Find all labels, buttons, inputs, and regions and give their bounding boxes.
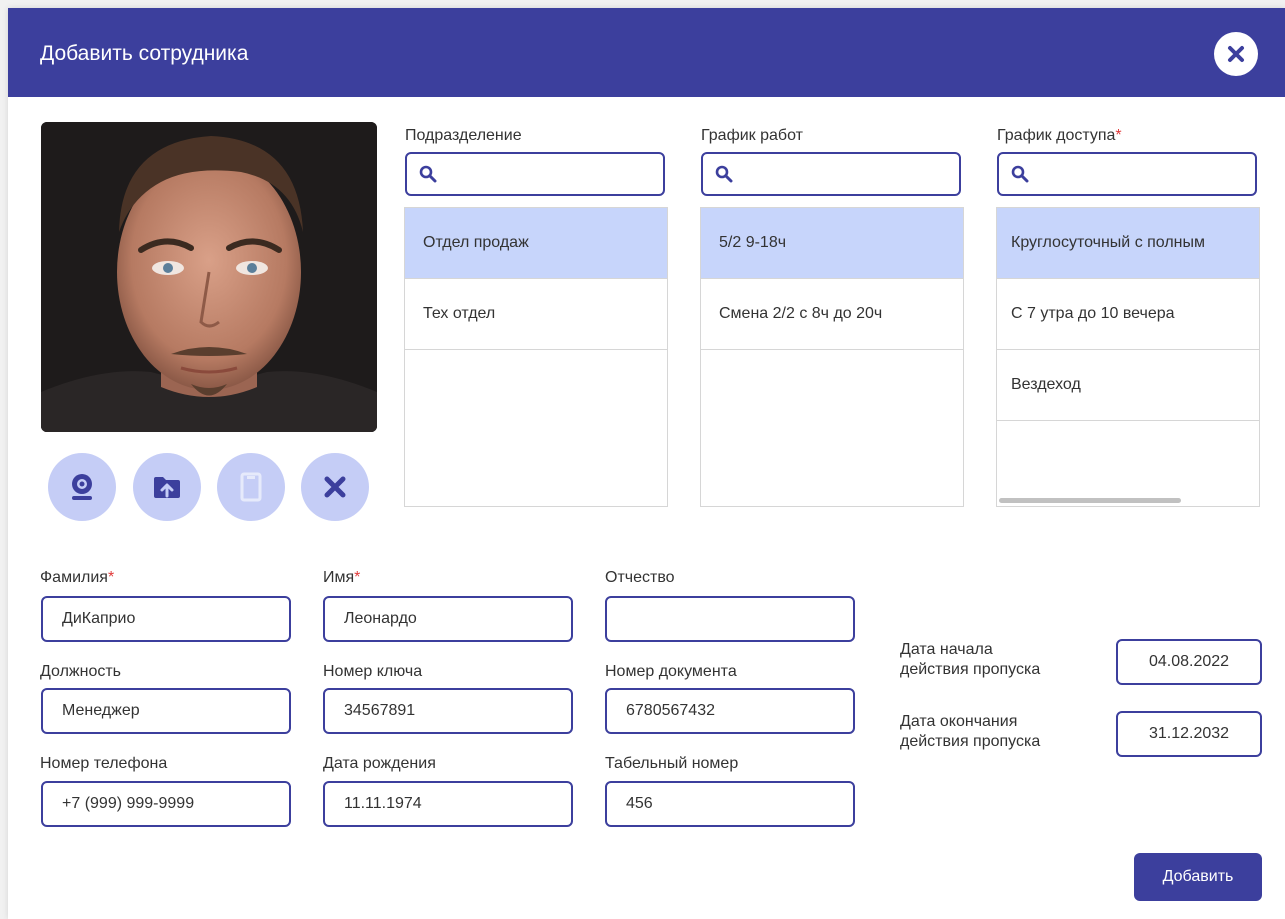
department-list: Отдел продаж Тех отдел xyxy=(404,207,668,507)
last-name-label: Фамилия* xyxy=(40,568,114,588)
search-icon xyxy=(1011,165,1029,183)
work-schedule-label-text: График работ xyxy=(701,127,803,144)
middle-name-field[interactable] xyxy=(605,596,855,642)
required-mark: * xyxy=(354,569,361,586)
folder-upload-icon xyxy=(154,477,180,498)
department-search-input[interactable] xyxy=(447,160,651,190)
horizontal-scrollbar[interactable] xyxy=(999,498,1181,503)
key-number-field[interactable] xyxy=(323,688,573,734)
tab-number-label: Табельный номер xyxy=(605,755,739,772)
search-icon xyxy=(419,165,437,183)
position-field[interactable] xyxy=(41,688,291,734)
required-mark: * xyxy=(1115,127,1122,144)
card-icon xyxy=(240,472,262,502)
close-icon xyxy=(1228,46,1244,62)
department-label-text: Подразделение xyxy=(405,127,522,144)
middle-name-label: Отчество xyxy=(605,569,675,586)
add-employee-dialog: Добавить сотрудника Подразделение Отдел … xyxy=(8,8,1285,919)
work-schedule-label: График работ xyxy=(701,126,803,146)
position-label: Должность xyxy=(40,663,121,680)
pass-start-date-field[interactable] xyxy=(1116,639,1262,685)
webcam-icon xyxy=(72,474,92,500)
last-name-field[interactable] xyxy=(41,596,291,642)
required-mark: * xyxy=(107,569,115,586)
access-schedule-search-input[interactable] xyxy=(1039,160,1243,190)
document-number-field[interactable] xyxy=(605,688,855,734)
dialog-title: Добавить сотрудника xyxy=(40,42,249,65)
close-button[interactable] xyxy=(1214,32,1258,76)
key-number-label: Номер ключа xyxy=(323,663,423,680)
upload-folder-button[interactable] xyxy=(133,453,201,521)
employee-photo xyxy=(41,122,377,432)
pass-end-label-line1: Дата окончания xyxy=(900,713,1018,730)
first-name-field[interactable] xyxy=(323,596,573,642)
access-schedule-label: График доступа* xyxy=(997,126,1122,146)
access-schedule-item[interactable]: С 7 утра до 10 вечера xyxy=(997,279,1259,350)
work-schedule-item[interactable]: 5/2 9-18ч xyxy=(701,208,963,279)
access-schedule-list: Круглосуточный с полным С 7 утра до 10 в… xyxy=(996,207,1260,507)
pass-end-date-field[interactable] xyxy=(1116,711,1262,757)
remove-photo-button[interactable] xyxy=(301,453,369,521)
access-schedule-item[interactable]: Вездеход xyxy=(997,350,1259,421)
access-schedule-item[interactable]: Круглосуточный с полным xyxy=(997,208,1259,279)
close-icon xyxy=(324,476,346,498)
phone-field[interactable] xyxy=(41,781,291,827)
birth-date-field[interactable] xyxy=(323,781,573,827)
birth-date-label: Дата рождения xyxy=(323,755,436,772)
access-schedule-search[interactable] xyxy=(997,152,1257,196)
document-number-label: Номер документа xyxy=(605,663,737,680)
last-name-label-text: Фамилия xyxy=(40,569,108,586)
department-search[interactable] xyxy=(405,152,665,196)
work-schedule-item[interactable]: Смена 2/2 с 8ч до 20ч xyxy=(701,279,963,350)
tab-number-field[interactable] xyxy=(605,781,855,827)
first-name-label: Имя* xyxy=(323,568,360,588)
work-schedule-search[interactable] xyxy=(701,152,961,196)
card-button[interactable] xyxy=(217,453,285,521)
pass-start-label-line1: Дата начала xyxy=(900,641,993,658)
pass-start-label: Дата начала действия пропуска xyxy=(900,640,1100,680)
first-name-label-text: Имя xyxy=(323,569,355,586)
pass-start-label-line2: действия пропуска xyxy=(900,661,1041,678)
department-item[interactable]: Отдел продаж xyxy=(405,208,667,279)
work-schedule-list: 5/2 9-18ч Смена 2/2 с 8ч до 20ч xyxy=(700,207,964,507)
add-button[interactable]: Добавить xyxy=(1134,853,1262,901)
department-label: Подразделение xyxy=(405,126,522,146)
dialog-header: Добавить сотрудника xyxy=(8,8,1285,97)
phone-label: Номер телефона xyxy=(40,755,168,772)
work-schedule-search-input[interactable] xyxy=(743,160,947,190)
webcam-button[interactable] xyxy=(48,453,116,521)
pass-end-label: Дата окончания действия пропуска xyxy=(900,712,1100,752)
access-schedule-label-text: График доступа xyxy=(997,127,1116,144)
search-icon xyxy=(715,165,733,183)
pass-end-label-line2: действия пропуска xyxy=(900,733,1041,750)
department-item[interactable]: Тех отдел xyxy=(405,279,667,350)
